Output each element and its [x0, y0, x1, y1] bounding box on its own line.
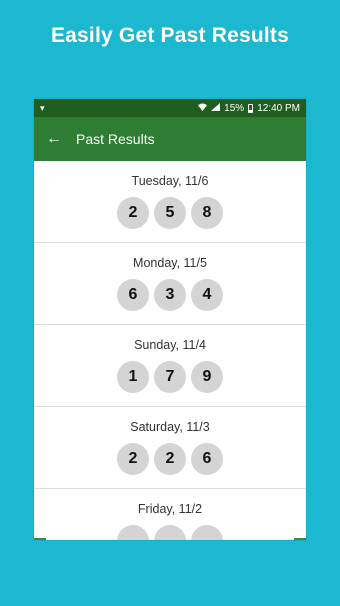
page-title: Past Results — [76, 131, 155, 147]
result-numbers: 179 — [34, 361, 306, 393]
result-row[interactable]: Tuesday, 11/6 2 5 8 — [34, 161, 306, 243]
number-ball: 7 — [154, 361, 186, 393]
number-ball: 4 — [191, 279, 223, 311]
number-ball: 6 — [191, 443, 223, 475]
result-row[interactable]: Saturday, 11/3 2 2 6 — [34, 407, 306, 489]
number-ball — [191, 525, 223, 540]
number-ball: 2 — [154, 443, 186, 475]
number-ball: 9 — [191, 361, 223, 393]
phone-screen: ▾ 15% 12:40 PM ← Past Results Tuesday, 1… — [34, 99, 306, 540]
battery-percent: 15% — [224, 102, 245, 114]
battery-icon — [248, 103, 254, 113]
result-date: Sunday, 11/4 — [134, 338, 206, 352]
number-ball: 2 — [117, 197, 149, 229]
result-numbers: 226 — [34, 443, 306, 475]
number-ball: 2 — [117, 443, 149, 475]
result-date: Monday, 11/5 — [133, 256, 207, 270]
number-ball: 8 — [191, 197, 223, 229]
number-ball — [154, 525, 186, 540]
result-numbers: 634 — [34, 279, 306, 311]
notification-icon: ▾ — [40, 102, 45, 113]
number-ball: 5 — [154, 197, 186, 229]
promo-title: Easily Get Past Results — [50, 24, 290, 47]
result-date: Friday, 11/2 — [137, 502, 203, 516]
arrow-left-icon[interactable]: ← — [46, 131, 70, 147]
result-numbers — [34, 525, 306, 540]
app-bar: ← Past Results — [34, 117, 306, 161]
number-ball: 1 — [117, 361, 149, 393]
status-bar-right: 15% 12:40 PM — [198, 103, 300, 114]
wifi-icon — [198, 103, 208, 113]
result-date: Saturday, 11/3 — [130, 420, 210, 434]
number-ball — [117, 525, 149, 540]
number-ball: 3 — [154, 279, 186, 311]
result-numbers: 258 — [34, 197, 306, 229]
status-bar: ▾ 15% 12:40 PM — [34, 99, 306, 117]
status-time: 12:40 PM — [257, 102, 300, 114]
result-date: Tuesday, 11/6 — [131, 174, 209, 188]
result-row[interactable]: Sunday, 11/4 1 7 9 — [34, 325, 306, 407]
result-row[interactable]: Friday, 11/2 — [34, 489, 306, 540]
corner-accent-left — [34, 538, 46, 540]
status-bar-left: ▾ — [40, 102, 198, 113]
corner-accent-right — [294, 538, 306, 540]
result-row[interactable]: Monday, 11/5 6 3 4 — [34, 243, 306, 325]
signal-icon — [211, 103, 221, 113]
number-ball: 6 — [117, 279, 149, 311]
results-list[interactable]: Tuesday, 11/6 2 5 8 Monday, 11/5 6 3 4 Sunday, 1… — [34, 161, 306, 540]
